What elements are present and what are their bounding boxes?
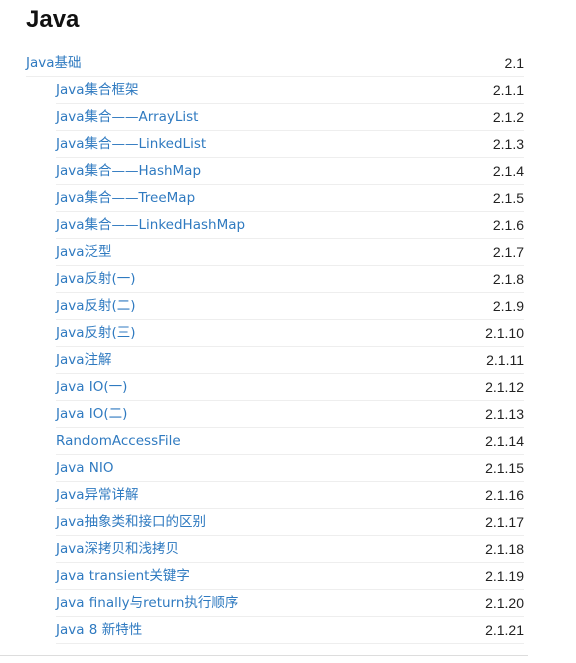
toc-entry-number: 2.1.8 (492, 271, 524, 287)
toc-entry-number: 2.1.13 (485, 406, 524, 422)
toc-entry-row: Java集合——TreeMap 2.1.5 (0, 185, 576, 212)
toc-entry-number: 2.1.4 (492, 163, 524, 179)
toc-entry-link[interactable]: Java集合——LinkedHashMap (56, 216, 245, 234)
toc-entry-link[interactable]: Java集合——HashMap (56, 162, 201, 180)
toc-entry-link[interactable]: Java深拷贝和浅拷贝 (56, 540, 179, 558)
toc-entry-link[interactable]: Java NIO (56, 459, 114, 477)
toc-entry-row: Java集合——HashMap 2.1.4 (0, 158, 576, 185)
toc-entry-link[interactable]: Java反射(二) (56, 297, 136, 315)
toc-entry-row: Java反射(一) 2.1.8 (0, 266, 576, 293)
toc-entry-link[interactable]: RandomAccessFile (56, 432, 181, 450)
toc-entry-link[interactable]: Java 8 新特性 (56, 621, 142, 639)
toc-entry-number: 2.1.1 (492, 82, 524, 98)
toc-entry-link[interactable]: Java集合——ArrayList (56, 108, 198, 126)
toc-entry-number: 2.1.19 (485, 568, 524, 584)
toc-entry-number: 2.1.6 (492, 217, 524, 233)
toc-entry-row: Java IO(一) 2.1.12 (0, 374, 576, 401)
toc-entry-row: Java泛型 2.1.7 (0, 239, 576, 266)
toc-entry-link[interactable]: Java transient关键字 (56, 567, 190, 585)
toc-entry-link[interactable]: Java集合——LinkedList (56, 135, 206, 153)
toc-entry-link[interactable]: Java finally与return执行顺序 (56, 594, 238, 612)
toc-entry-row: Java注解 2.1.11 (0, 347, 576, 374)
toc-entry-row: Java IO(二) 2.1.13 (0, 401, 576, 428)
toc-entry-link[interactable]: Java反射(三) (56, 324, 136, 342)
toc-entry-number: 2.1.5 (492, 190, 524, 206)
toc-entry-number: 2.1.14 (485, 433, 524, 449)
toc-entry-row: Java反射(三) 2.1.10 (0, 320, 576, 347)
toc-entry-link[interactable]: Java集合——TreeMap (56, 189, 195, 207)
page-title: Java (26, 6, 80, 33)
toc-entry-number: 2.1.18 (485, 541, 524, 557)
toc-entry-row: Java transient关键字 2.1.19 (0, 563, 576, 590)
toc-section-link[interactable]: Java基础 (26, 54, 82, 72)
toc-entry-number: 2.1.7 (492, 244, 524, 260)
toc-entry-row: Java finally与return执行顺序 2.1.20 (0, 590, 576, 617)
toc-entry-link[interactable]: Java集合框架 (56, 81, 139, 99)
toc-entry-number: 2.1.17 (485, 514, 524, 530)
toc-entry-row: Java抽象类和接口的区别 2.1.17 (0, 509, 576, 536)
toc-row-divider (56, 643, 524, 644)
toc-entry-number: 2.1.2 (492, 109, 524, 125)
toc-entry-number: 2.1.15 (485, 460, 524, 476)
table-of-contents: Java基础 2.1 Java集合框架 2.1.1 Java集合——ArrayList 2… (0, 50, 576, 644)
toc-entry-row: Java异常详解 2.1.16 (0, 482, 576, 509)
toc-entry-row: Java集合框架 2.1.1 (0, 77, 576, 104)
toc-entry-row: Java深拷贝和浅拷贝 2.1.18 (0, 536, 576, 563)
toc-entry-link[interactable]: Java抽象类和接口的区别 (56, 513, 206, 531)
toc-section-row: Java基础 2.1 (0, 50, 576, 77)
toc-entry-row: Java集合——LinkedList 2.1.3 (0, 131, 576, 158)
toc-entry-row: Java集合——LinkedHashMap 2.1.6 (0, 212, 576, 239)
toc-entry-link[interactable]: Java异常详解 (56, 486, 139, 504)
toc-entry-row: RandomAccessFile 2.1.14 (0, 428, 576, 455)
toc-entry-number: 2.1.21 (485, 622, 524, 638)
toc-entry-number: 2.1.3 (492, 136, 524, 152)
toc-entry-number: 2.1.10 (485, 325, 524, 341)
toc-entry-row: Java 8 新特性 2.1.21 (0, 617, 576, 644)
toc-entry-link[interactable]: Java IO(二) (56, 405, 127, 423)
toc-entry-link[interactable]: Java泛型 (56, 243, 112, 261)
toc-page: Java Java基础 2.1 Java集合框架 2.1.1 Java集合——Array… (0, 0, 576, 663)
page-divider (0, 655, 528, 656)
toc-entry-number: 2.1.11 (486, 352, 524, 368)
toc-entry-row: Java集合——ArrayList 2.1.2 (0, 104, 576, 131)
toc-entry-number: 2.1.9 (492, 298, 524, 314)
toc-entry-number: 2.1.20 (485, 595, 524, 611)
toc-entry-number: 2.1 (504, 55, 524, 71)
toc-entry-number: 2.1.16 (485, 487, 524, 503)
toc-entry-link[interactable]: Java反射(一) (56, 270, 136, 288)
toc-entry-link[interactable]: Java注解 (56, 351, 112, 369)
toc-entry-number: 2.1.12 (485, 379, 524, 395)
toc-entry-row: Java反射(二) 2.1.9 (0, 293, 576, 320)
toc-entry-link[interactable]: Java IO(一) (56, 378, 127, 396)
toc-entry-row: Java NIO 2.1.15 (0, 455, 576, 482)
